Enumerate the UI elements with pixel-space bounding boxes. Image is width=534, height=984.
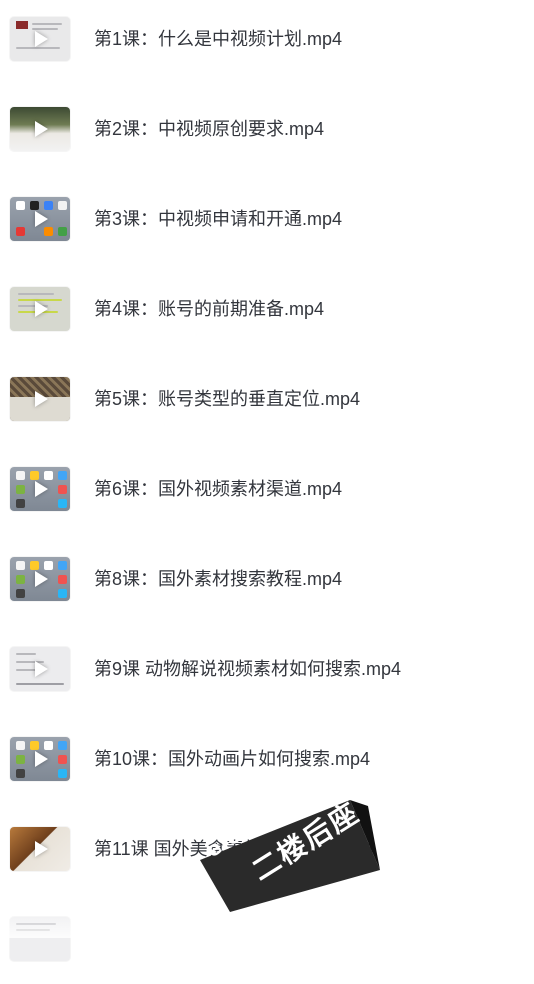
play-icon: [35, 391, 48, 407]
play-icon: [35, 661, 48, 677]
video-thumbnail: [10, 197, 70, 241]
video-thumbnail: [10, 287, 70, 331]
list-item[interactable]: 第1课：什么是中视频计划.mp4: [0, 0, 534, 84]
file-name: 第4课：账号的前期准备.mp4: [94, 299, 325, 319]
video-thumbnail: [10, 647, 70, 691]
list-item[interactable]: 第4课：账号的前期准备.mp4: [0, 264, 534, 354]
play-icon: [35, 121, 48, 137]
video-thumbnail: [10, 467, 70, 511]
list-item[interactable]: 第8课：国外素材搜索教程.mp4: [0, 534, 534, 624]
video-thumbnail: [10, 557, 70, 601]
play-icon: [35, 841, 48, 857]
play-icon: [35, 211, 48, 227]
play-icon: [35, 301, 48, 317]
file-name: 第3课：中视频申请和开通.mp4: [94, 209, 343, 229]
play-icon: [35, 571, 48, 587]
watermark: ele.ac.cn 二楼后座: [200, 784, 380, 912]
list-item[interactable]: 第2课：中视频原创要求.mp4: [0, 84, 534, 174]
file-name: 第8课：国外素材搜索教程.mp4: [94, 569, 343, 589]
bottom-fade: [0, 908, 534, 938]
video-thumbnail: [10, 827, 70, 871]
play-icon: [35, 481, 48, 497]
video-thumbnail: [10, 17, 70, 61]
play-icon: [35, 751, 48, 767]
list-item[interactable]: 第3课：中视频申请和开通.mp4: [0, 174, 534, 264]
video-thumbnail: [10, 107, 70, 151]
play-icon: [35, 31, 48, 47]
file-name: 第9课 动物解说视频素材如何搜索.mp4: [94, 659, 402, 679]
file-name: 第2课：中视频原创要求.mp4: [94, 119, 325, 139]
file-name: 第5课：账号类型的垂直定位.mp4: [94, 389, 361, 409]
video-thumbnail: [10, 377, 70, 421]
file-name: 第6课：国外视频素材渠道.mp4: [94, 479, 343, 499]
file-name: 第1课：什么是中视频计划.mp4: [94, 29, 343, 49]
file-name: 第10课：国外动画片如何搜索.mp4: [94, 749, 371, 769]
list-item[interactable]: 第10课：国外动画片如何搜索.mp4: [0, 714, 534, 804]
video-thumbnail: [10, 737, 70, 781]
list-item[interactable]: 第9课 动物解说视频素材如何搜索.mp4: [0, 624, 534, 714]
list-item[interactable]: 第5课：账号类型的垂直定位.mp4: [0, 354, 534, 444]
list-item[interactable]: 第6课：国外视频素材渠道.mp4: [0, 444, 534, 534]
